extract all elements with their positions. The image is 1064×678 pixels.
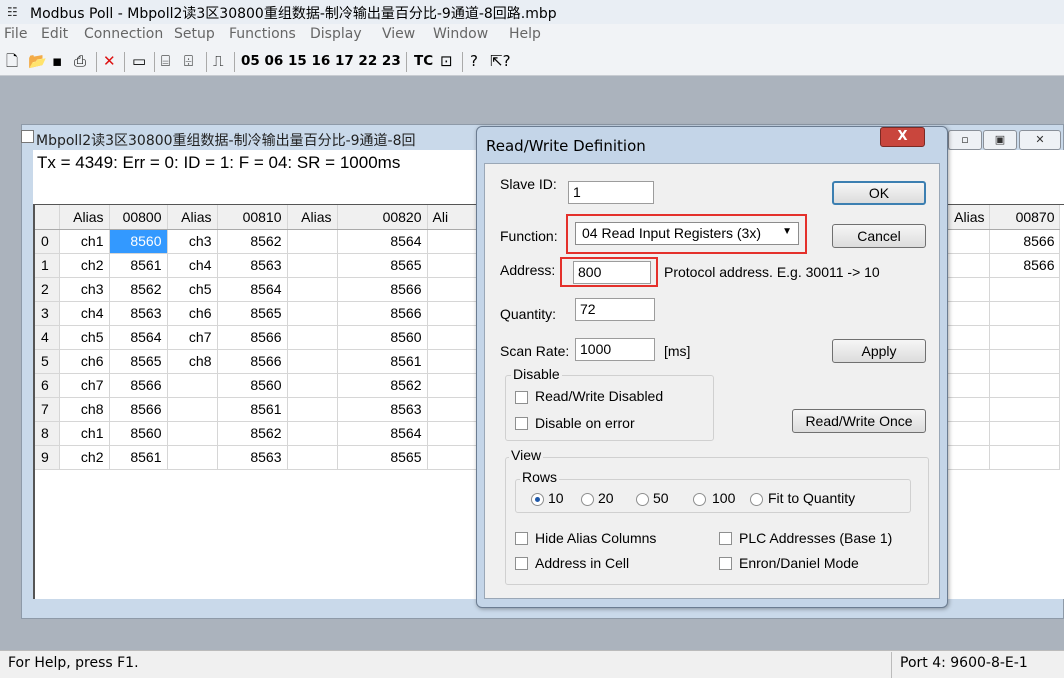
view-group-title: View bbox=[509, 447, 544, 463]
plc-addresses-label: PLC Addresses (Base 1) bbox=[739, 530, 893, 546]
new-icon[interactable]: 🗋 bbox=[6, 52, 18, 70]
table-row: 4 ch5 8564 ch7 8566 8560 bbox=[35, 325, 478, 350]
quantity-label: Quantity: bbox=[500, 306, 557, 322]
ok-button[interactable]: OK bbox=[832, 181, 926, 205]
column-header: Alias bbox=[167, 205, 218, 230]
column-header: Alias bbox=[59, 205, 110, 230]
rows-10-radio[interactable] bbox=[531, 493, 544, 506]
toolbar: 🗋 📂 ▪ ⎙ ✕ ▭ ⌸ ⌹ ⎍ 05 06 15 16 17 22 23 T… bbox=[0, 46, 1064, 76]
function-code-buttons[interactable]: 05 06 15 16 17 22 23 bbox=[241, 53, 401, 69]
close-child-icon[interactable]: ✕ bbox=[1019, 130, 1061, 150]
quantity-field[interactable]: 72 bbox=[575, 298, 655, 321]
menu-functions[interactable]: Functions bbox=[229, 26, 296, 42]
save-icon[interactable]: ▪ bbox=[52, 52, 62, 70]
column-header: 00870 bbox=[989, 205, 1060, 230]
rows-group-title: Rows bbox=[520, 469, 560, 485]
restore-icon[interactable]: ▫ bbox=[948, 130, 982, 150]
document-icon bbox=[21, 130, 34, 143]
table-row: 7 ch8 8566 8561 8563 bbox=[35, 397, 478, 422]
rows-fit-radio[interactable] bbox=[750, 493, 763, 506]
rw-disabled-checkbox[interactable] bbox=[515, 391, 528, 404]
help-hint: For Help, press F1. bbox=[8, 655, 139, 671]
slave-id-label: Slave ID: bbox=[500, 176, 557, 192]
address-label: Address: bbox=[500, 262, 556, 278]
menu-bar: File Edit Connection Setup Functions Dis… bbox=[0, 24, 1064, 46]
menu-connection[interactable]: Connection bbox=[84, 26, 163, 42]
enron-mode-checkbox[interactable] bbox=[719, 557, 732, 570]
grid-cell[interactable]: 8566 bbox=[989, 253, 1060, 278]
context-help-icon[interactable]: ⇱? bbox=[490, 52, 511, 70]
grid-cell[interactable]: 8566 bbox=[989, 229, 1060, 254]
column-header: Alias bbox=[947, 205, 990, 230]
rows-20-radio[interactable] bbox=[581, 493, 594, 506]
disable-on-error-checkbox[interactable] bbox=[515, 417, 528, 430]
table-row: 8 ch1 8560 8562 8564 bbox=[35, 421, 478, 446]
scan-rate-unit: [ms] bbox=[664, 343, 691, 359]
tc-button[interactable]: TC bbox=[414, 53, 433, 69]
menu-view[interactable]: View bbox=[382, 26, 415, 42]
port-status: Port 4: 9600-8-E-1 bbox=[891, 652, 1064, 678]
hide-alias-checkbox[interactable] bbox=[515, 532, 528, 545]
connect-icon[interactable]: ⌸ bbox=[161, 52, 170, 70]
data-grid-right[interactable]: Alias 00870 8566 8566 bbox=[947, 205, 1060, 470]
column-header: 00800 bbox=[109, 205, 168, 230]
delete-icon[interactable]: ✕ bbox=[103, 52, 116, 70]
table-row: 0 ch1 8560 ch3 8562 8564 bbox=[35, 229, 478, 254]
table-row: 5 ch6 8565 ch8 8566 8561 bbox=[35, 349, 478, 374]
app-icon: ☷ bbox=[7, 5, 18, 19]
pulse-icon[interactable]: ⎍ bbox=[213, 52, 224, 70]
enron-mode-label: Enron/Daniel Mode bbox=[739, 555, 859, 571]
menu-window[interactable]: Window bbox=[433, 26, 488, 42]
rows-100-radio[interactable] bbox=[693, 493, 706, 506]
selected-cell[interactable]: 8560 bbox=[109, 229, 168, 254]
window-icon[interactable]: ▭ bbox=[132, 52, 146, 70]
column-header: Ali bbox=[427, 205, 478, 230]
apply-button[interactable]: Apply bbox=[832, 339, 926, 363]
highlight-function bbox=[566, 214, 807, 254]
table-row: 2 ch3 8562 ch5 8564 8566 bbox=[35, 277, 478, 302]
dialog-title: Read/Write Definition bbox=[486, 137, 646, 155]
disconnect-icon[interactable]: ⌹ bbox=[184, 52, 193, 70]
about-icon[interactable]: ? bbox=[470, 52, 478, 70]
plc-addresses-checkbox[interactable] bbox=[719, 532, 732, 545]
table-row: 3 ch4 8563 ch6 8565 8566 bbox=[35, 301, 478, 326]
menu-help[interactable]: Help bbox=[509, 26, 541, 42]
menu-setup[interactable]: Setup bbox=[174, 26, 215, 42]
open-folder-icon[interactable]: 📂 bbox=[28, 52, 47, 70]
table-row: 1 ch2 8561 ch4 8563 8565 bbox=[35, 253, 478, 278]
poll-status: Tx = 4349: Err = 0: ID = 1: F = 04: SR =… bbox=[37, 153, 401, 172]
scan-rate-label: Scan Rate: bbox=[500, 343, 570, 359]
data-grid[interactable]: Alias 00800 Alias 00810 Alias 00820 Ali … bbox=[35, 205, 478, 470]
highlight-address bbox=[560, 257, 658, 287]
address-in-cell-checkbox[interactable] bbox=[515, 557, 528, 570]
hide-alias-label: Hide Alias Columns bbox=[535, 530, 657, 546]
function-label: Function: bbox=[500, 228, 558, 244]
table-row: 9 ch2 8561 8563 8565 bbox=[35, 445, 478, 470]
address-in-cell-label: Address in Cell bbox=[535, 555, 630, 571]
read-write-once-button[interactable]: Read/Write Once bbox=[792, 409, 926, 433]
menu-edit[interactable]: Edit bbox=[41, 26, 68, 42]
column-header: 00820 bbox=[337, 205, 428, 230]
column-header: 00810 bbox=[217, 205, 288, 230]
disable-on-error-label: Disable on error bbox=[535, 415, 635, 431]
address-hint: Protocol address. E.g. 30011 -> 10 bbox=[664, 264, 880, 280]
rw-disabled-label: Read/Write Disabled bbox=[535, 388, 664, 404]
child-window-title: Mbpoll2读3区30800重组数据-制冷输出量百分比-9通道-8回 bbox=[36, 133, 416, 149]
disable-group-title: Disable bbox=[511, 366, 562, 382]
column-header: Alias bbox=[287, 205, 338, 230]
close-icon[interactable]: X bbox=[880, 127, 925, 147]
disable-group bbox=[505, 375, 714, 441]
chart-icon[interactable]: ⊡ bbox=[440, 52, 453, 70]
print-icon[interactable]: ⎙ bbox=[74, 52, 86, 70]
cancel-button[interactable]: Cancel bbox=[832, 224, 926, 248]
menu-file[interactable]: File bbox=[4, 26, 27, 42]
rows-50-radio[interactable] bbox=[636, 493, 649, 506]
table-row: 6 ch7 8566 8560 8562 bbox=[35, 373, 478, 398]
menu-display[interactable]: Display bbox=[310, 26, 362, 42]
maximize-icon[interactable]: ▣ bbox=[983, 130, 1017, 150]
scan-rate-field[interactable]: 1000 bbox=[575, 338, 655, 361]
window-title: Modbus Poll - Mbpoll2读3区30800重组数据-制冷输出量百… bbox=[30, 6, 557, 22]
slave-id-field[interactable]: 1 bbox=[568, 181, 654, 204]
